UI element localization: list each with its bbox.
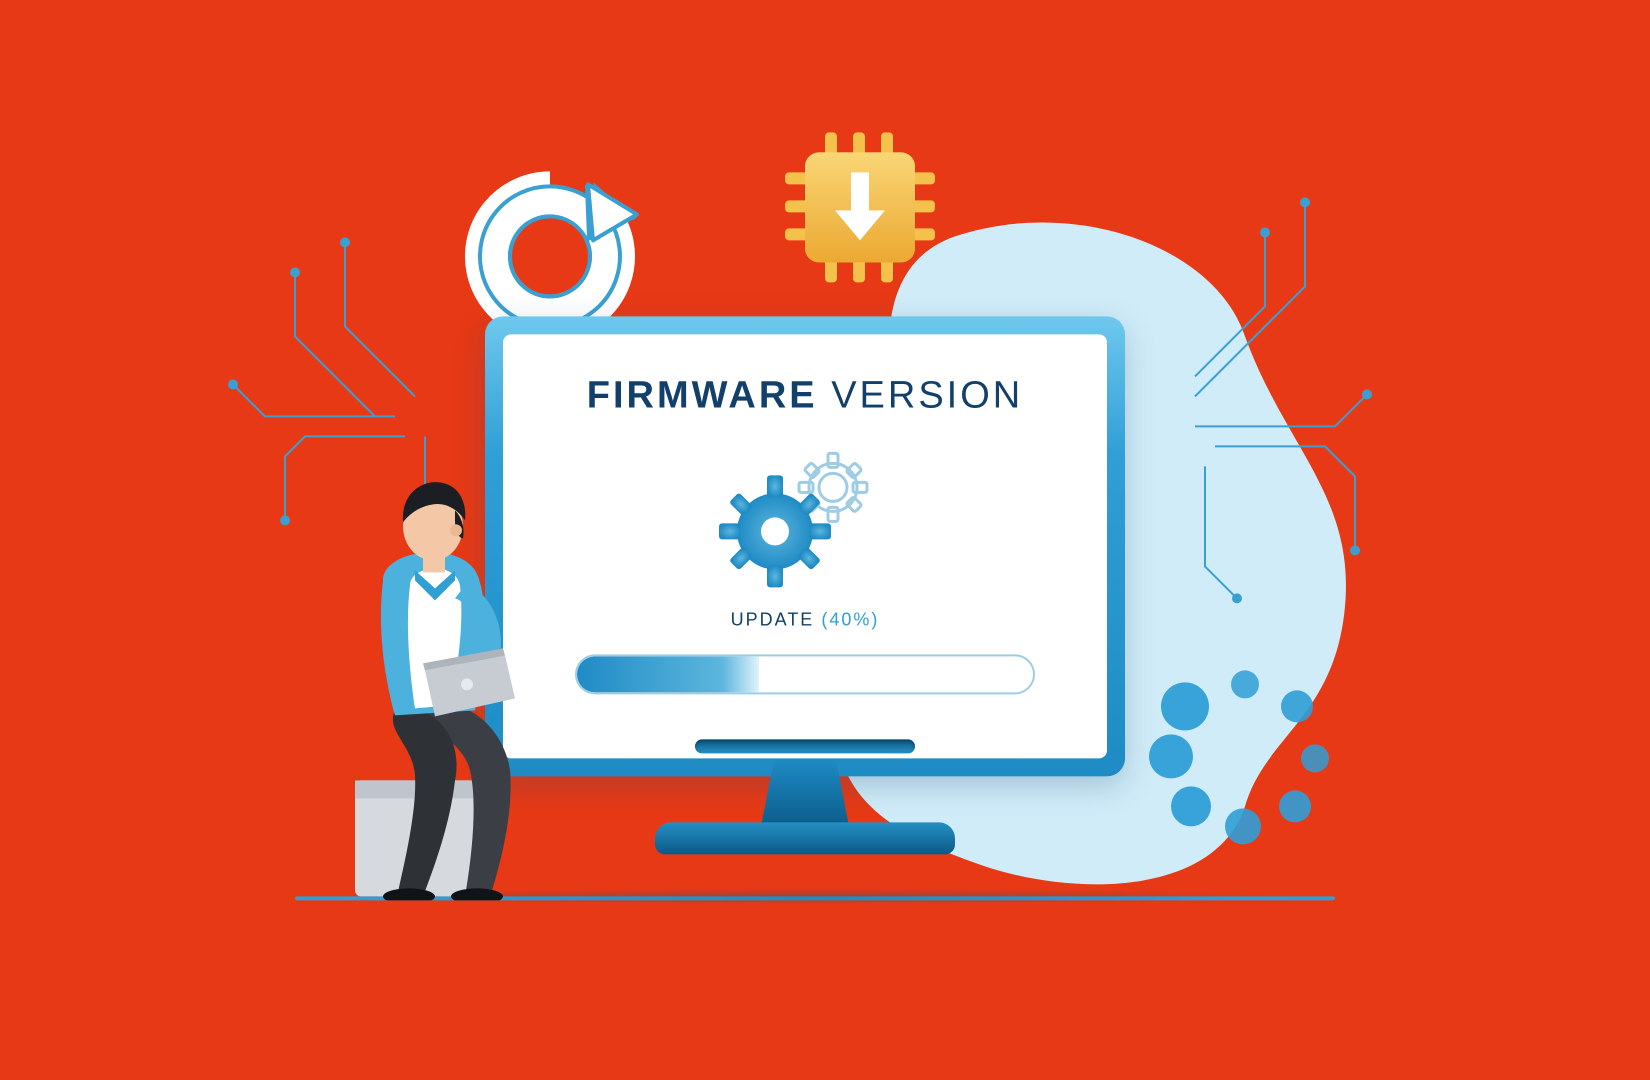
progress-bar xyxy=(575,654,1035,694)
title-firmware: FIRMWARE xyxy=(587,374,818,416)
update-text: UPDATE xyxy=(731,609,815,629)
monitor-chin xyxy=(485,716,1125,776)
person-with-laptop xyxy=(305,430,565,900)
update-percent: (40%) xyxy=(821,609,879,629)
update-status-label: UPDATE (40%) xyxy=(731,609,880,630)
microchip-download-icon xyxy=(775,122,945,292)
screen-title: FIRMWARE VERSION xyxy=(587,374,1023,417)
monitor: FIRMWARE VERSION xyxy=(485,316,1125,856)
progress-bar-fill xyxy=(577,656,759,692)
gears-icon xyxy=(705,441,905,591)
title-version: VERSION xyxy=(831,374,1023,416)
firmware-update-illustration: FIRMWARE VERSION xyxy=(275,146,1375,966)
loading-dots-icon xyxy=(1145,656,1345,846)
monitor-base xyxy=(655,822,955,854)
monitor-screen: FIRMWARE VERSION xyxy=(503,334,1107,758)
monitor-chin-slot xyxy=(695,739,915,753)
monitor-frame: FIRMWARE VERSION xyxy=(485,316,1125,776)
